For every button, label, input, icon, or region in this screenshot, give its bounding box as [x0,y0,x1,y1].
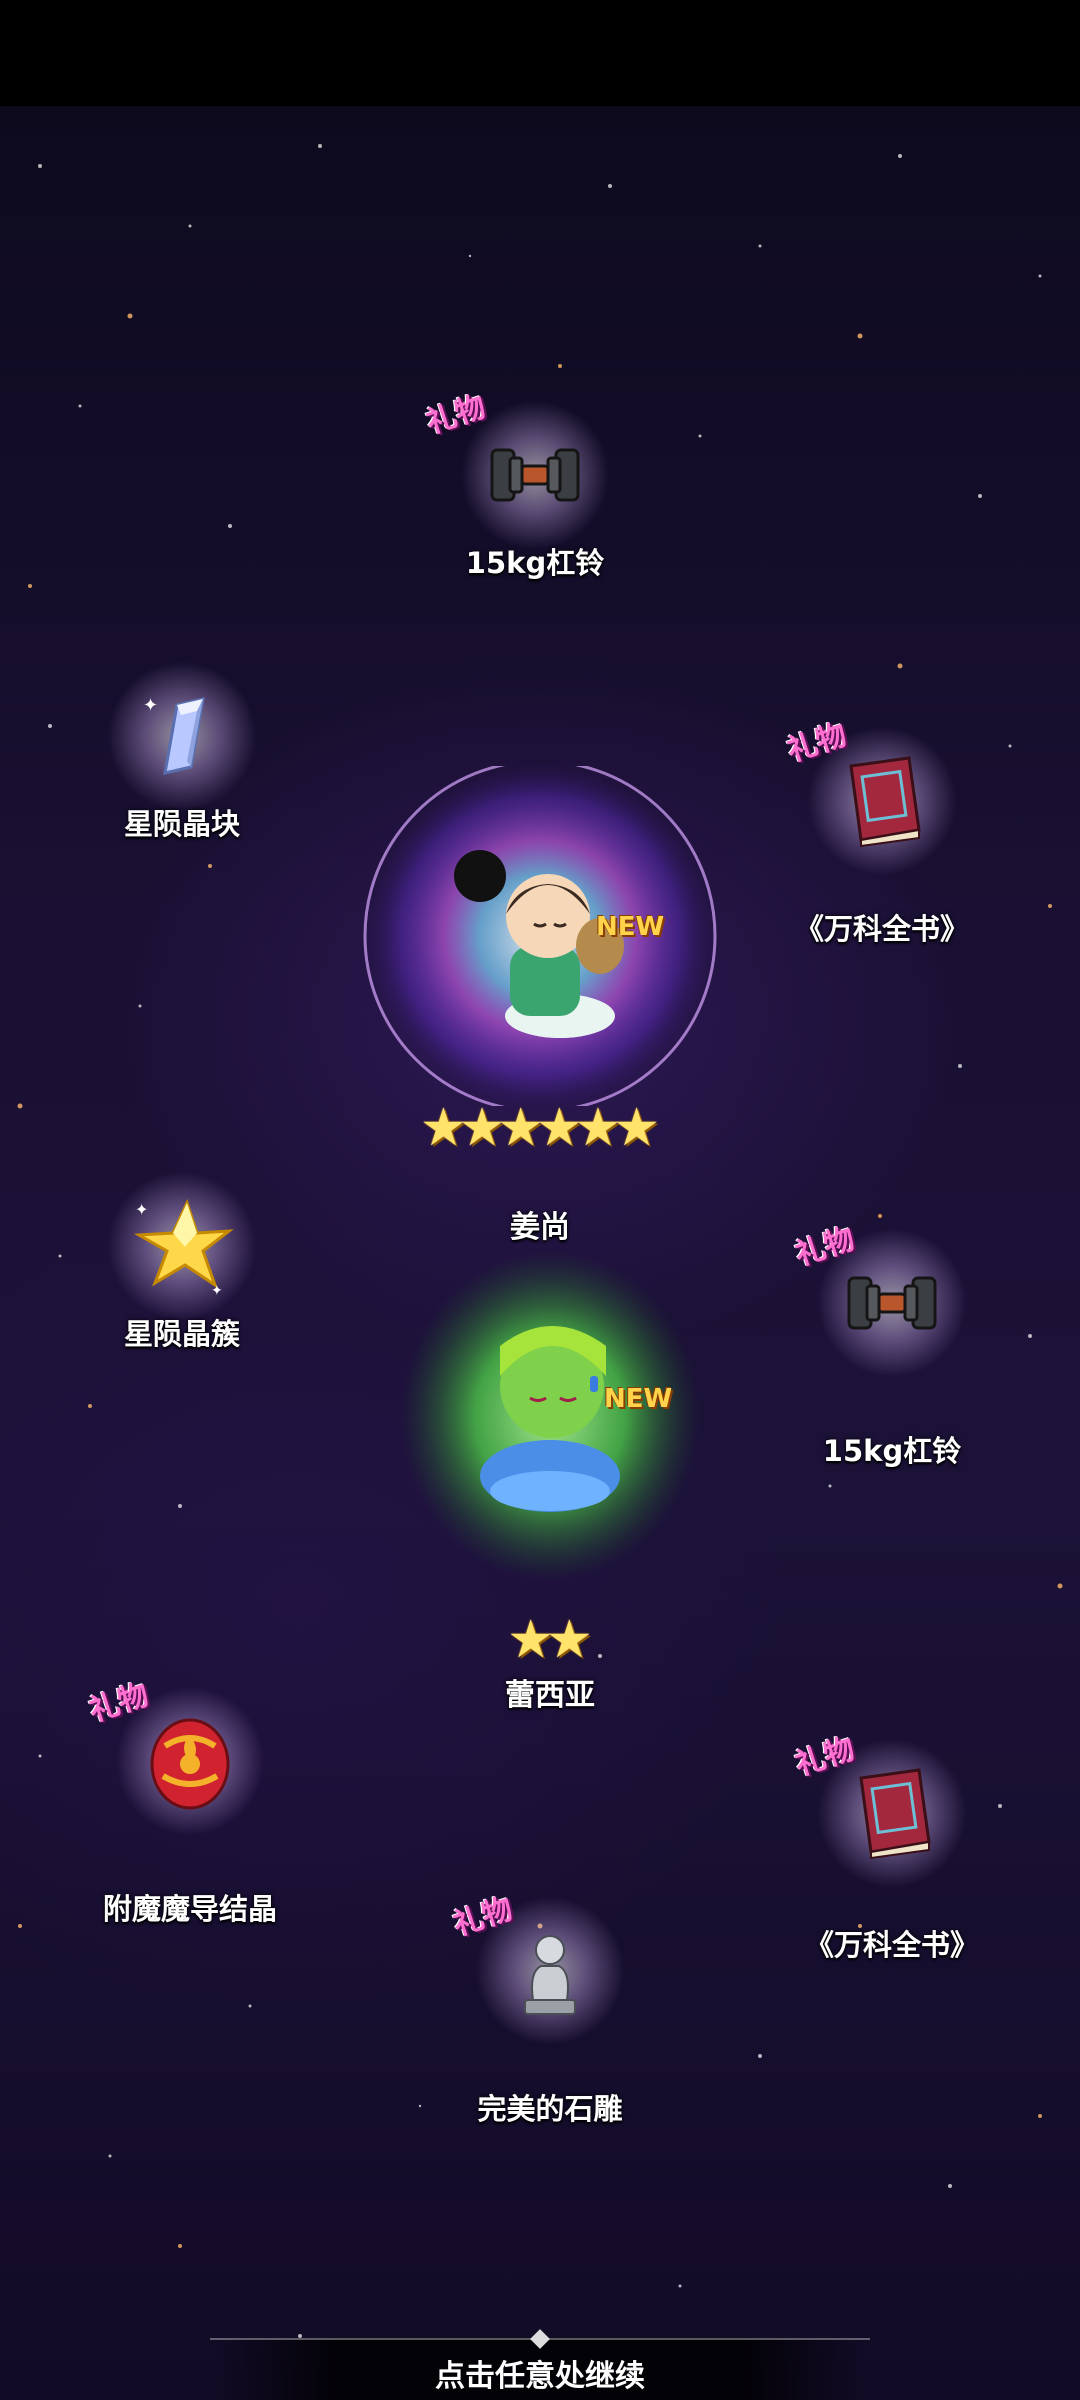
item-label: 15kg杠铃 [465,546,605,580]
item-label: 完美的石雕 [477,2092,623,2126]
hero-lexia[interactable]: NEW ★★ 蕾西亚 [400,1246,700,1716]
status-bar [0,0,1080,106]
item-label: 星陨晶簇 [123,1317,240,1351]
item-label: 附魔魔导结晶 [102,1892,277,1926]
lexia-portrait [480,1326,620,1512]
star-icon: ★ [613,1098,660,1158]
item-label: 15kg杠铃 [822,1434,962,1468]
barbell-icon [837,1248,947,1358]
hero-name: 姜尚 [510,1210,570,1245]
item-label: 星陨晶块 [123,807,240,841]
star-rating: ★★★★★★ [360,1102,720,1154]
encyclopedia-icon [827,746,937,856]
item-label: 《万科全书》 [804,1928,979,1962]
item-label: 《万科全书》 [794,912,969,946]
star-rating: ★★ [400,1614,700,1666]
encyclopedia-icon [837,1758,947,1868]
new-badge: NEW [596,912,665,942]
svg-text:✦: ✦ [211,1283,223,1299]
svg-text:✦: ✦ [135,1200,148,1219]
jiangshang-portrait [454,850,624,1038]
hero-name: 蕾西亚 [505,1678,595,1713]
summon-result-screen[interactable]: 礼物 15kg杠铃 ✦ 星陨晶块 礼物 《万科全书》 NEW ★★★★★★ 姜尚… [0,106,1080,2400]
new-badge: NEW [604,1384,673,1414]
statue-icon [495,1916,605,2026]
star-icon: ★ [546,1610,593,1670]
continue-hint-text: 点击任意处继续 [435,2359,645,2394]
svg-text:✦: ✦ [143,695,158,716]
magic-egg-icon [135,1706,245,1816]
star-crystal-icon: ✦ ✦ [127,1191,237,1301]
crystal-shard-icon: ✦ [127,681,237,791]
barbell-icon [480,420,590,530]
tap-to-continue-banner[interactable]: 点击任意处继续 [210,2329,870,2400]
hero-jiangshang[interactable]: NEW ★★★★★★ 姜尚 [360,766,720,1246]
